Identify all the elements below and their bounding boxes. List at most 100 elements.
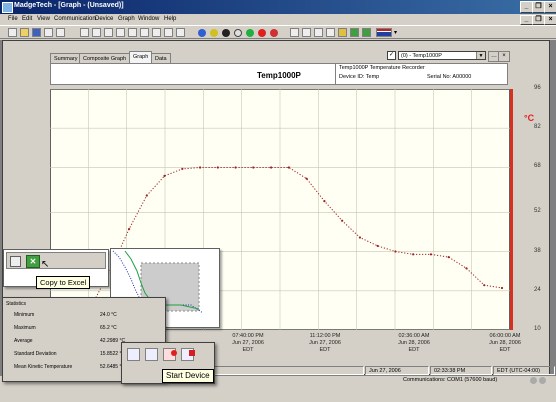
toolbar: ▾ (0, 25, 556, 39)
menu-window[interactable]: Window (138, 16, 159, 22)
data-point (127, 228, 131, 231)
menu-graph[interactable]: Graph (118, 16, 135, 22)
channel-select[interactable]: (0) - Temp1000P ▼ (398, 51, 486, 60)
statistic-label: Minimum (14, 312, 35, 318)
y-tick-label: 96 (534, 85, 541, 91)
new-file-icon[interactable] (8, 28, 17, 37)
excel-icon[interactable] (362, 28, 371, 37)
menu-view[interactable]: View (37, 16, 50, 22)
device-name: Temp1000P (257, 71, 301, 80)
menu-communication[interactable]: Communication (54, 16, 96, 22)
record-icon[interactable] (258, 29, 266, 37)
calibrate-icon[interactable] (350, 28, 359, 37)
print-preview-icon[interactable] (56, 28, 65, 37)
chevron-down-icon[interactable]: ▼ (476, 52, 485, 59)
callout-toolbar: ✕ ↖ (6, 252, 106, 270)
channel-close-button[interactable]: × (498, 51, 510, 62)
read-data-icon[interactable] (127, 348, 140, 361)
stop-device-icon[interactable] (181, 348, 195, 361)
zoom-y-icon[interactable] (152, 28, 161, 37)
data-point (376, 244, 379, 248)
chevron-down-icon[interactable]: ▾ (394, 29, 397, 36)
device-settings-icon[interactable] (145, 348, 158, 361)
device-status-icon[interactable] (210, 29, 218, 37)
data-point (163, 174, 166, 177)
data-point (358, 236, 362, 239)
status-date: Jun 27, 2006 (365, 366, 429, 375)
channel-visible-checkbox[interactable]: ✓ (387, 51, 396, 60)
columns-icon[interactable] (314, 28, 323, 37)
start-device-tooltip: Start Device (162, 369, 214, 383)
statistic-value: 65.2 °C (100, 325, 117, 331)
statistic-label: Average (14, 338, 33, 344)
open-folder-icon[interactable] (20, 28, 29, 37)
x-tick-label: 07:40:00 PM Jun 27, 2006 EDT (232, 333, 264, 353)
mdi-close-button[interactable]: × (544, 15, 556, 25)
excel-icon[interactable]: ✕ (26, 255, 40, 268)
statistics-icon[interactable] (326, 28, 335, 37)
y-axis-bar (510, 89, 513, 330)
y-axis-unit: °C (524, 113, 535, 123)
title-bar: MadgeTech - [Graph - (Unsaved)] _ ❐ × (0, 0, 556, 14)
data-point (465, 267, 468, 270)
x-tick-label: 11:12:00 PM Jun 27, 2006 EDT (309, 333, 341, 353)
data-point (181, 167, 184, 170)
clear-device-icon[interactable] (270, 29, 278, 37)
statistic-label: Standard Deviation (14, 351, 57, 357)
menu-edit[interactable]: Edit (22, 16, 32, 22)
annotation-icon[interactable] (338, 28, 347, 37)
status-timezone: EDT (UTC-04:00) (493, 366, 555, 375)
menu-device[interactable]: Device (95, 16, 113, 22)
data-point (252, 166, 255, 169)
x-tick-label: 06:00:00 AM Jun 28, 2006 EDT (489, 333, 521, 353)
data-point (270, 166, 273, 169)
device-info-header: Temp1000P Temp1000P Temperature Recorder… (50, 63, 508, 85)
device-description: Temp1000P Temperature Recorder (339, 65, 425, 71)
close-button[interactable]: × (544, 1, 556, 13)
start-device-icon[interactable] (246, 29, 254, 37)
save-icon[interactable] (32, 28, 41, 37)
menu-file[interactable]: File (8, 16, 18, 22)
statistic-value: 24.0 °C (100, 312, 117, 318)
zoom-all-icon[interactable] (164, 28, 173, 37)
table-icon[interactable] (10, 256, 21, 267)
y-tick-label: 82 (534, 124, 541, 131)
data-point (412, 253, 415, 256)
menu-help[interactable]: Help (164, 16, 176, 22)
read-device-icon[interactable] (234, 29, 242, 37)
status-communications: Communications: COM1 (57600 baud) (403, 377, 498, 383)
zoom-x-icon[interactable] (140, 28, 149, 37)
data-point (500, 286, 504, 290)
x-tick-label: 02:36:00 AM Jun 28, 2006 EDT (398, 333, 430, 353)
print-icon[interactable] (44, 28, 53, 37)
start-device-icon[interactable] (163, 348, 177, 361)
y-tick-label: 52 (534, 208, 541, 215)
zoom-in-icon[interactable] (104, 28, 113, 37)
data-point (447, 256, 450, 259)
statistic-label: Mean Kinetic Temperature (14, 364, 73, 370)
status-time: 02:33:38 PM (430, 366, 492, 375)
language-flag-icon[interactable] (376, 28, 392, 37)
help-icon[interactable] (198, 29, 206, 37)
device-serial: Serial No: A00000 (427, 74, 472, 80)
channel-select-value: (0) - Temp1000P (401, 53, 442, 59)
move-icon[interactable] (92, 28, 101, 37)
grid-icon[interactable] (302, 28, 311, 37)
data-point (234, 166, 237, 169)
menu-bar: File Edit View Communication Device Grap… (0, 14, 556, 25)
data-point (429, 253, 433, 256)
data-point (287, 166, 290, 169)
stop-device-icon[interactable] (222, 29, 230, 37)
zoom-out-icon[interactable] (116, 28, 125, 37)
window-title: MadgeTech - [Graph - (Unsaved)] (14, 2, 124, 9)
zoom-box-icon[interactable] (128, 28, 137, 37)
app-icon (2, 2, 13, 13)
data-point (323, 199, 326, 203)
data-point (394, 250, 397, 253)
data-point (305, 177, 308, 180)
pan-icon[interactable] (80, 28, 89, 37)
device-id: Device ID: Temp (339, 74, 380, 80)
table-icon[interactable] (290, 28, 299, 37)
y-tick-label: 38 (534, 247, 541, 254)
zoom-fit-icon[interactable] (176, 28, 185, 37)
